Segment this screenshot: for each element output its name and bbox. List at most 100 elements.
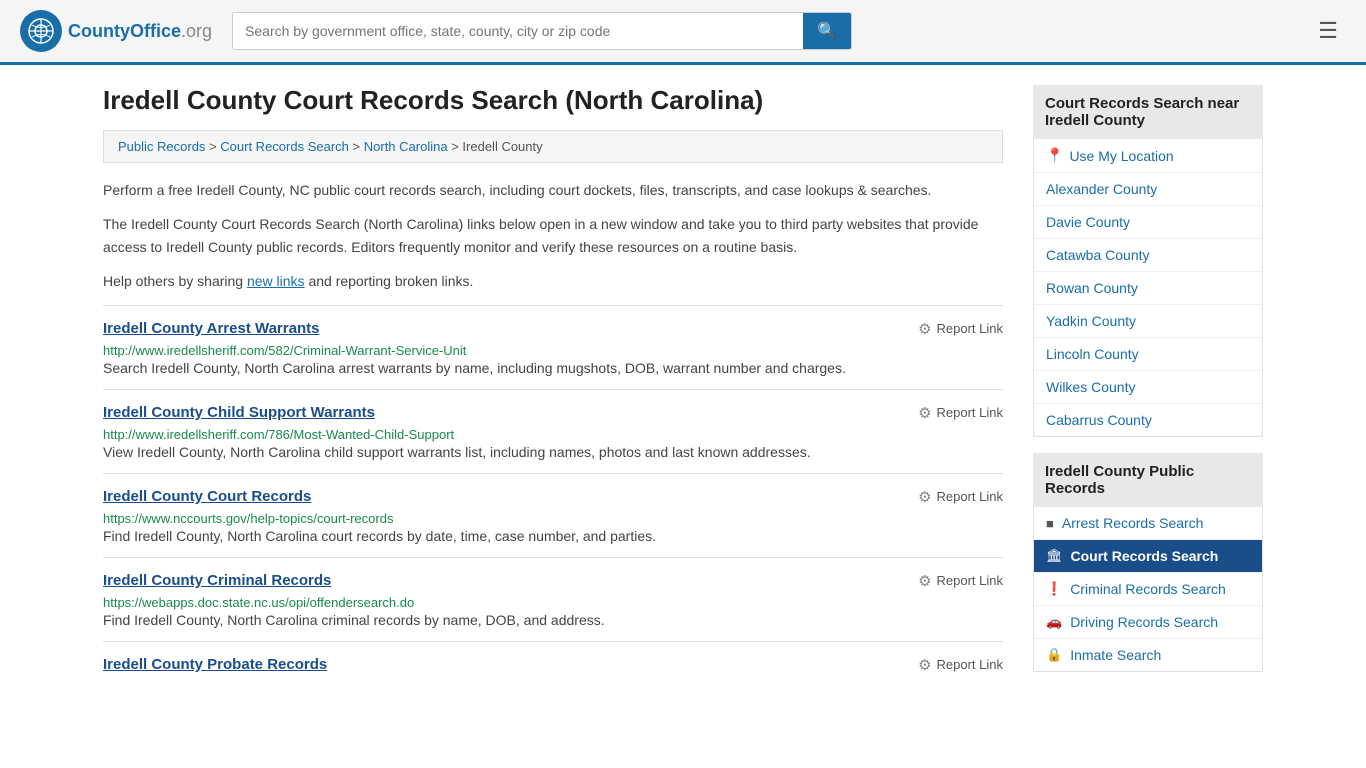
main-container: Iredell County Court Records Search (Nor… [83, 65, 1283, 708]
nearby-county-link[interactable]: Cabarrus County [1046, 412, 1152, 428]
page-title: Iredell County Court Records Search (Nor… [103, 85, 1003, 116]
hamburger-menu-button[interactable]: ☰ [1310, 14, 1346, 48]
result-header: Iredell County Criminal Records ⚙ Report… [103, 572, 1003, 590]
nearby-county-item[interactable]: Davie County [1034, 206, 1262, 239]
nearby-county-link[interactable]: Rowan County [1046, 280, 1138, 296]
nearby-county-link[interactable]: Wilkes County [1046, 379, 1135, 395]
result-title[interactable]: Iredell County Criminal Records [103, 572, 331, 589]
public-records-section-title: Iredell County Public Records [1033, 453, 1263, 507]
result-description: View Iredell County, North Carolina chil… [103, 442, 1003, 463]
result-title[interactable]: Iredell County Child Support Warrants [103, 404, 375, 421]
results-list: Iredell County Arrest Warrants ⚙ Report … [103, 305, 1003, 688]
sidebar-record-icon: ❗ [1046, 581, 1062, 597]
result-description: Find Iredell County, North Carolina crim… [103, 610, 1003, 631]
location-pin-icon: 📍 [1046, 147, 1063, 164]
sidebar-record-icon: 🔒 [1046, 647, 1062, 663]
public-records-link[interactable]: Criminal Records Search [1070, 581, 1226, 597]
result-header: Iredell County Child Support Warrants ⚙ … [103, 404, 1003, 422]
sidebar-record-icon: 🚗 [1046, 614, 1062, 630]
public-records-item[interactable]: 🔒 Inmate Search [1034, 639, 1262, 671]
logo-text: CountyOffice.org [68, 21, 212, 42]
report-link-label: Report Link [937, 405, 1003, 420]
result-title[interactable]: Iredell County Probate Records [103, 656, 327, 673]
nearby-county-link[interactable]: Catawba County [1046, 247, 1150, 263]
nearby-county-item[interactable]: Wilkes County [1034, 371, 1262, 404]
public-records-list: ■ Arrest Records Search 🏛 Court Records Sea… [1033, 507, 1263, 672]
report-link-button[interactable]: ⚙ Report Link [918, 572, 1003, 590]
report-icon: ⚙ [918, 320, 931, 338]
report-link-button[interactable]: ⚙ Report Link [918, 404, 1003, 422]
description-2: The Iredell County Court Records Search … [103, 213, 1003, 258]
report-link-button[interactable]: ⚙ Report Link [918, 488, 1003, 506]
logo-icon [20, 10, 62, 52]
description-1: Perform a free Iredell County, NC public… [103, 179, 1003, 201]
result-item: Iredell County Arrest Warrants ⚙ Report … [103, 305, 1003, 389]
result-item: Iredell County Probate Records ⚙ Report … [103, 641, 1003, 688]
result-url[interactable]: http://www.iredellsheriff.com/582/Crimin… [103, 343, 466, 358]
description-3: Help others by sharing new links and rep… [103, 270, 1003, 292]
public-records-item[interactable]: 🏛 Court Records Search [1034, 540, 1262, 573]
result-url[interactable]: https://webapps.doc.state.nc.us/opi/offe… [103, 595, 414, 610]
nearby-county-item[interactable]: Yadkin County [1034, 305, 1262, 338]
hamburger-icon: ☰ [1318, 18, 1338, 43]
search-icon: 🔍 [817, 23, 837, 40]
nearby-county-link[interactable]: Davie County [1046, 214, 1130, 230]
public-records-item[interactable]: 🚗 Driving Records Search [1034, 606, 1262, 639]
nearby-counties-list: 📍 Use My Location Alexander County Davie … [1033, 139, 1263, 437]
result-header: Iredell County Probate Records ⚙ Report … [103, 656, 1003, 674]
nearby-county-link[interactable]: Alexander County [1046, 181, 1157, 197]
report-link-label: Report Link [937, 573, 1003, 588]
nearby-county-link[interactable]: Yadkin County [1046, 313, 1136, 329]
result-description: Search Iredell County, North Carolina ar… [103, 358, 1003, 379]
logo-link[interactable]: CountyOffice.org [20, 10, 212, 52]
result-url[interactable]: http://www.iredellsheriff.com/786/Most-W… [103, 427, 454, 442]
report-link-label: Report Link [937, 657, 1003, 672]
report-link-button[interactable]: ⚙ Report Link [918, 320, 1003, 338]
sidebar-record-icon: 🏛 [1046, 548, 1063, 564]
result-header: Iredell County Court Records ⚙ Report Li… [103, 488, 1003, 506]
use-location-link[interactable]: Use My Location [1069, 148, 1173, 164]
nearby-county-item[interactable]: Alexander County [1034, 173, 1262, 206]
breadcrumb-public-records[interactable]: Public Records [118, 139, 205, 154]
use-location-item[interactable]: 📍 Use My Location [1034, 139, 1262, 173]
result-title[interactable]: Iredell County Court Records [103, 488, 311, 505]
breadcrumb: Public Records > Court Records Search > … [103, 130, 1003, 163]
public-records-item[interactable]: ■ Arrest Records Search [1034, 507, 1262, 540]
public-records-link[interactable]: Inmate Search [1070, 647, 1161, 663]
breadcrumb-north-carolina[interactable]: North Carolina [364, 139, 448, 154]
public-records-link[interactable]: Arrest Records Search [1062, 515, 1204, 531]
nearby-county-item[interactable]: Lincoln County [1034, 338, 1262, 371]
header: CountyOffice.org 🔍 ☰ [0, 0, 1366, 65]
sidebar-record-icon: ■ [1046, 516, 1054, 531]
nearby-county-item[interactable]: Rowan County [1034, 272, 1262, 305]
report-icon: ⚙ [918, 404, 931, 422]
result-header: Iredell County Arrest Warrants ⚙ Report … [103, 320, 1003, 338]
result-item: Iredell County Child Support Warrants ⚙ … [103, 389, 1003, 473]
search-bar: 🔍 [232, 12, 852, 50]
report-icon: ⚙ [918, 488, 931, 506]
report-link-label: Report Link [937, 321, 1003, 336]
breadcrumb-iredell-county: Iredell County [462, 139, 542, 154]
content-area: Iredell County Court Records Search (Nor… [103, 85, 1003, 688]
result-item: Iredell County Court Records ⚙ Report Li… [103, 473, 1003, 557]
nearby-county-item[interactable]: Cabarrus County [1034, 404, 1262, 436]
result-title[interactable]: Iredell County Arrest Warrants [103, 320, 319, 337]
new-links-link[interactable]: new links [247, 273, 305, 289]
report-link-label: Report Link [937, 489, 1003, 504]
search-input[interactable] [233, 13, 803, 49]
nearby-county-link[interactable]: Lincoln County [1046, 346, 1139, 362]
sidebar: Court Records Search near Iredell County… [1033, 85, 1263, 688]
search-button[interactable]: 🔍 [803, 13, 851, 49]
result-url[interactable]: https://www.nccourts.gov/help-topics/cou… [103, 511, 393, 526]
report-icon: ⚙ [918, 656, 931, 674]
report-icon: ⚙ [918, 572, 931, 590]
public-records-link[interactable]: Court Records Search [1071, 548, 1219, 564]
public-records-link[interactable]: Driving Records Search [1070, 614, 1218, 630]
result-description: Find Iredell County, North Carolina cour… [103, 526, 1003, 547]
result-item: Iredell County Criminal Records ⚙ Report… [103, 557, 1003, 641]
report-link-button[interactable]: ⚙ Report Link [918, 656, 1003, 674]
nearby-section-title: Court Records Search near Iredell County [1033, 85, 1263, 139]
public-records-item[interactable]: ❗ Criminal Records Search [1034, 573, 1262, 606]
breadcrumb-court-records-search[interactable]: Court Records Search [220, 139, 349, 154]
nearby-county-item[interactable]: Catawba County [1034, 239, 1262, 272]
